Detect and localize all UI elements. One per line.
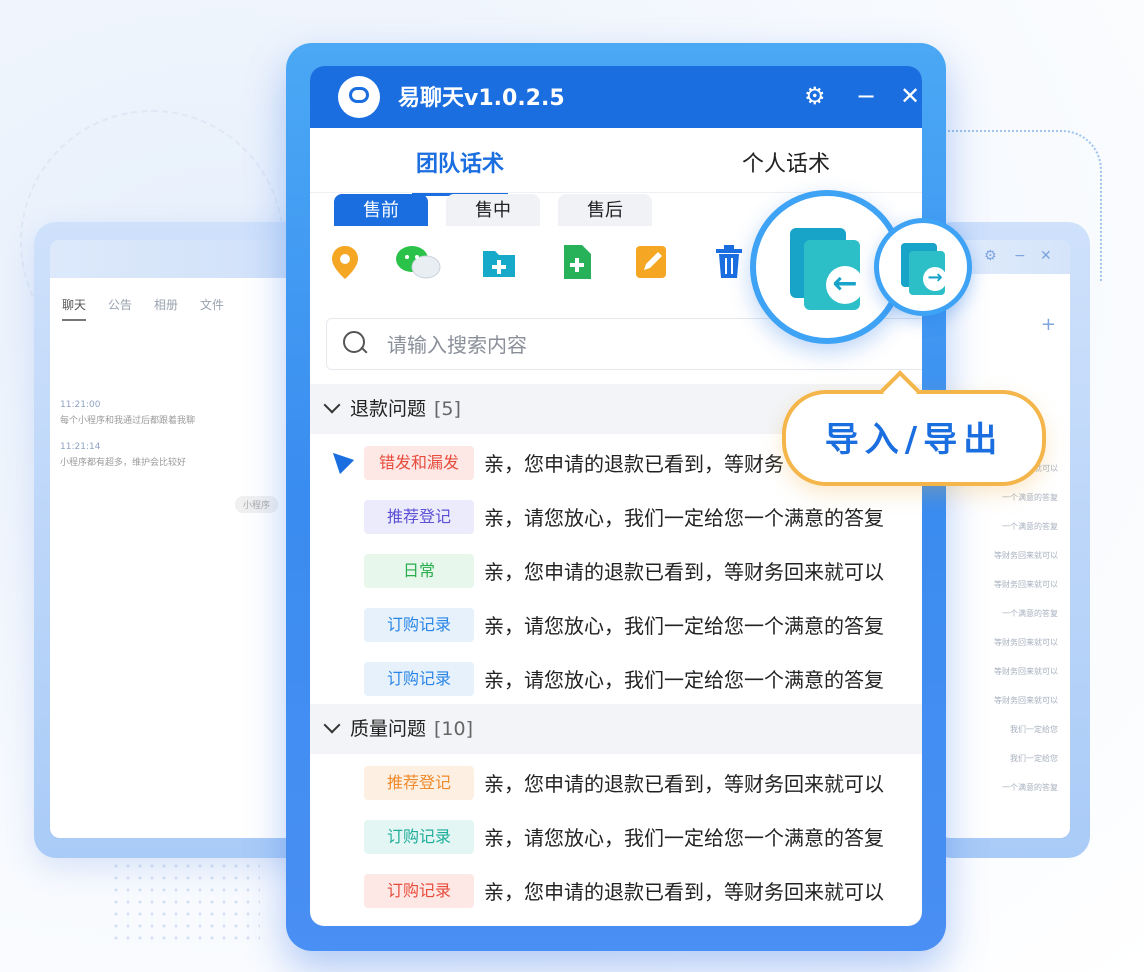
script-text: 亲，您申请的退款已看到，等财务回来就可以 xyxy=(484,560,884,584)
right-window-line: 一个满意的答复 xyxy=(1002,783,1058,792)
group-count: [10] xyxy=(434,718,474,740)
arrow-left-icon: ← xyxy=(826,266,864,304)
trash-icon[interactable] xyxy=(710,242,748,282)
subtab-insale[interactable]: 售中 xyxy=(446,194,540,226)
script-tag: 日常 xyxy=(364,554,474,588)
script-row[interactable]: 推荐登记 亲，您申请的退款已看到，等财务回来就可以 xyxy=(310,754,922,808)
left-message-text: 每个小程序和我通过后都跟着我聊 xyxy=(60,416,196,426)
script-tag: 订购记录 xyxy=(364,820,474,854)
gear-icon[interactable]: ⚙ xyxy=(804,78,826,114)
chevron-down-icon xyxy=(323,716,341,734)
group-header[interactable]: 质量问题 [10] xyxy=(310,704,922,754)
close-icon[interactable]: ✕ xyxy=(1040,248,1052,264)
right-window-line: 等财务回来就可以 xyxy=(994,638,1058,647)
import-export-label: 导入/导出 xyxy=(824,420,1004,460)
chevron-down-icon xyxy=(323,396,341,414)
left-tab-chat[interactable]: 聊天 xyxy=(62,296,87,321)
import-export-small-button[interactable]: → xyxy=(874,218,972,316)
search-icon xyxy=(343,331,365,353)
script-row[interactable]: 订购记录 亲，请您放心，我们一定给您一个满意的答复 xyxy=(310,650,922,704)
script-row[interactable]: 日常 亲，您申请的退款已看到，等财务回来就可以 xyxy=(310,542,922,596)
script-text: 亲，您申请的退款已看到，等财务回来就可以 xyxy=(484,880,884,904)
titlebar: 易聊天v1.0.2.5 ⚙ − ✕ xyxy=(310,66,922,128)
decorative-dot-grid xyxy=(110,860,260,940)
script-tag: 订购记录 xyxy=(364,662,474,696)
close-icon[interactable]: ✕ xyxy=(900,78,920,114)
right-window-line: 一个满意的答复 xyxy=(1002,609,1058,618)
subtab-presale[interactable]: 售前 xyxy=(334,194,428,226)
edit-icon[interactable] xyxy=(632,242,670,282)
minimize-icon[interactable]: − xyxy=(856,78,876,114)
app-title: 易聊天v1.0.2.5 xyxy=(398,86,565,111)
left-message-time: 11:21:00 xyxy=(60,400,101,410)
tab-personal-scripts[interactable]: 个人话术 xyxy=(742,146,830,178)
script-tag: 错发和漏发 xyxy=(364,446,474,480)
main-tabs: 团队话术 个人话术 xyxy=(310,128,922,196)
tab-team-scripts[interactable]: 团队话术 xyxy=(411,146,509,196)
arrow-right-icon: → xyxy=(923,267,947,291)
left-window-titlebar xyxy=(50,240,320,278)
script-text: 亲，您申请的退款已看到，等财务 xyxy=(484,452,784,476)
script-tag: 推荐登记 xyxy=(364,500,474,534)
right-window-line: 一个满意的答复 xyxy=(1002,493,1058,502)
left-message: 11:21:14 小程序都有超多，维护会比较好 xyxy=(60,439,310,471)
script-text: 亲，请您放心，我们一定给您一个满意的答复 xyxy=(484,826,884,850)
group-name: 退款问题 xyxy=(350,398,427,420)
right-window-line: 我们一定给您 xyxy=(1010,725,1058,734)
script-tag: 订购记录 xyxy=(364,874,474,908)
plus-icon[interactable]: + xyxy=(1041,314,1056,335)
add-folder-icon[interactable] xyxy=(480,242,518,282)
script-text: 亲，请您放心，我们一定给您一个满意的答复 xyxy=(484,506,884,530)
minimize-icon[interactable]: − xyxy=(1014,248,1026,264)
right-window: ⚙ − ✕ + 等财务回来就可以一个满意的答复一个满意的答复等财务回来就可以等财… xyxy=(940,240,1070,838)
left-message-text: 小程序都有超多，维护会比较好 xyxy=(60,458,187,468)
left-chat-window: 聊天 公告 相册 文件 11:21:00 每个小程序和我通过后都跟着我聊 11:… xyxy=(50,240,320,838)
script-text: 亲，您申请的退款已看到，等财务回来就可以 xyxy=(484,772,884,796)
group-count: [5] xyxy=(434,398,461,420)
right-window-line: 等财务回来就可以 xyxy=(994,696,1058,705)
left-tab-files[interactable]: 文件 xyxy=(200,296,224,321)
script-row[interactable]: 订购记录 亲，请您放心，我们一定给您一个满意的答复 xyxy=(310,808,922,862)
right-window-line: 等财务回来就可以 xyxy=(994,580,1058,589)
right-window-line: 等财务回来就可以 xyxy=(994,667,1058,676)
right-window-line: 等财务回来就可以 xyxy=(994,551,1058,560)
import-export-callout: 导入/导出 xyxy=(782,390,1046,486)
app-logo-icon xyxy=(338,76,380,118)
right-window-line: 我们一定给您 xyxy=(1010,754,1058,763)
script-row[interactable]: 推荐登记 亲，请您放心，我们一定给您一个满意的答复 xyxy=(310,488,922,542)
script-text: 亲，请您放心，我们一定给您一个满意的答复 xyxy=(484,614,884,638)
left-pill: 小程序 xyxy=(235,496,279,513)
script-row[interactable]: 订购记录 亲，您申请的退款已看到，等财务回来就可以 xyxy=(310,862,922,916)
right-window-list: 等财务回来就可以一个满意的答复一个满意的答复等财务回来就可以等财务回来就可以一个… xyxy=(940,454,1070,802)
right-window-line: 一个满意的答复 xyxy=(1002,522,1058,531)
group-name: 质量问题 xyxy=(350,718,427,740)
script-tag: 订购记录 xyxy=(364,608,474,642)
add-file-icon[interactable] xyxy=(558,242,596,282)
left-message-time: 11:21:14 xyxy=(60,442,101,452)
left-tab-notice[interactable]: 公告 xyxy=(108,296,132,321)
left-tab-album[interactable]: 相册 xyxy=(154,296,178,321)
location-pin-icon[interactable] xyxy=(326,242,364,282)
left-message: 11:21:00 每个小程序和我通过后都跟着我聊 xyxy=(60,397,310,429)
script-tag: 推荐登记 xyxy=(364,766,474,800)
gear-icon[interactable]: ⚙ xyxy=(984,248,997,264)
subtab-aftersale[interactable]: 售后 xyxy=(558,194,652,226)
cursor-icon xyxy=(325,445,355,475)
wechat-icon[interactable] xyxy=(392,242,444,282)
left-window-tabs: 聊天 公告 相册 文件 xyxy=(50,278,320,327)
script-row[interactable]: 订购记录 亲，请您放心，我们一定给您一个满意的答复 xyxy=(310,596,922,650)
script-text: 亲，请您放心，我们一定给您一个满意的答复 xyxy=(484,668,884,692)
